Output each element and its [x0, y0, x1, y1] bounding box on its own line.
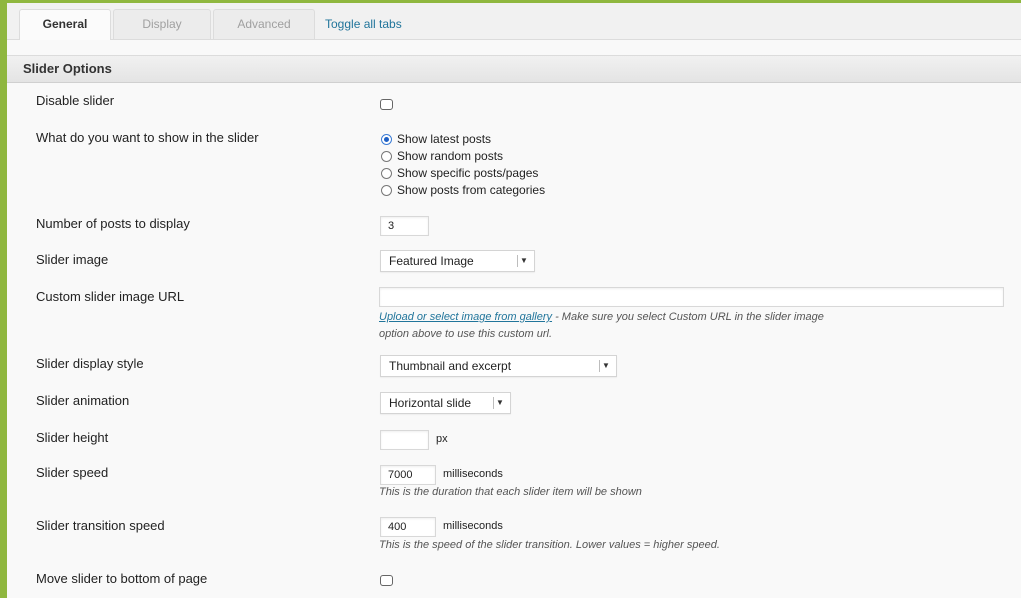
num-posts-input[interactable]: 3	[380, 216, 429, 236]
display-style-label: Slider display style	[36, 356, 144, 371]
transition-speed-input[interactable]: 400	[380, 517, 436, 537]
animation-label: Slider animation	[36, 393, 130, 408]
hint-text: - Make sure you select Custom URL in the…	[552, 311, 824, 323]
radio-option-latest[interactable]: Show latest posts	[381, 132, 491, 149]
move-bottom-checkbox[interactable]	[380, 575, 393, 586]
radio-label: Show posts from categories	[397, 183, 546, 197]
speed-unit: milliseconds	[443, 468, 503, 480]
tab-display[interactable]: Display	[113, 9, 211, 39]
custom-image-url-input[interactable]	[379, 287, 1004, 307]
settings-panel: General Display Advanced Toggle all tabs…	[7, 3, 1021, 598]
speed-hint: This is the duration that each slider it…	[379, 486, 642, 498]
tab-advanced[interactable]: Advanced	[213, 9, 315, 39]
height-label: Slider height	[36, 430, 109, 445]
hint-text: option above to use this custom url.	[379, 328, 553, 340]
display-style-select[interactable]: Thumbnail and excerpt ▼	[380, 355, 617, 377]
radio-option-specific[interactable]: Show specific posts/pages	[381, 166, 538, 183]
section-title: Slider Options	[23, 61, 112, 76]
transition-speed-hint: This is the speed of the slider transiti…	[379, 539, 720, 551]
radio-button-checked[interactable]	[381, 134, 392, 146]
dropdown-arrow-icon: ▼	[599, 360, 612, 372]
show-in-slider-label: What do you want to show in the slider	[36, 130, 259, 145]
radio-label: Show latest posts	[397, 132, 492, 146]
radio-button[interactable]	[381, 151, 392, 163]
disable-slider-label: Disable slider	[36, 93, 115, 108]
upload-image-link[interactable]: Upload or select image from gallery	[379, 311, 552, 323]
dropdown-arrow-icon: ▼	[493, 397, 506, 409]
num-posts-label: Number of posts to display	[36, 216, 190, 231]
toggle-all-tabs-link[interactable]: Toggle all tabs	[325, 9, 402, 39]
custom-image-url-hint: Upload or select image from gallery - Ma…	[379, 309, 824, 343]
radio-option-random[interactable]: Show random posts	[381, 149, 503, 166]
transition-speed-unit: milliseconds	[443, 520, 503, 532]
move-bottom-label: Move slider to bottom of page	[36, 571, 208, 586]
disable-slider-checkbox[interactable]	[380, 99, 393, 110]
transition-speed-label: Slider transition speed	[36, 518, 165, 533]
tab-general[interactable]: General	[19, 9, 111, 40]
speed-input[interactable]: 7000	[380, 465, 436, 485]
custom-image-url-label: Custom slider image URL	[36, 289, 185, 304]
animation-value: Horizontal slide	[389, 396, 472, 410]
radio-label: Show random posts	[397, 149, 504, 163]
slider-image-label: Slider image	[36, 252, 109, 267]
animation-select[interactable]: Horizontal slide ▼	[380, 392, 511, 414]
radio-button[interactable]	[381, 168, 392, 180]
height-unit: px	[436, 433, 448, 445]
radio-label: Show specific posts/pages	[397, 166, 539, 180]
radio-option-categories[interactable]: Show posts from categories	[381, 183, 545, 200]
radio-button[interactable]	[381, 185, 392, 197]
display-style-value: Thumbnail and excerpt	[389, 359, 512, 373]
dropdown-arrow-icon: ▼	[517, 255, 530, 267]
height-input[interactable]	[380, 430, 429, 450]
speed-label: Slider speed	[36, 465, 109, 480]
slider-image-value: Featured Image	[389, 254, 474, 268]
section-header[interactable]: Slider Options	[7, 55, 1021, 83]
tab-bar: General Display Advanced Toggle all tabs	[7, 3, 1021, 40]
frame-left-border	[0, 0, 7, 598]
slider-image-select[interactable]: Featured Image ▼	[380, 250, 535, 272]
